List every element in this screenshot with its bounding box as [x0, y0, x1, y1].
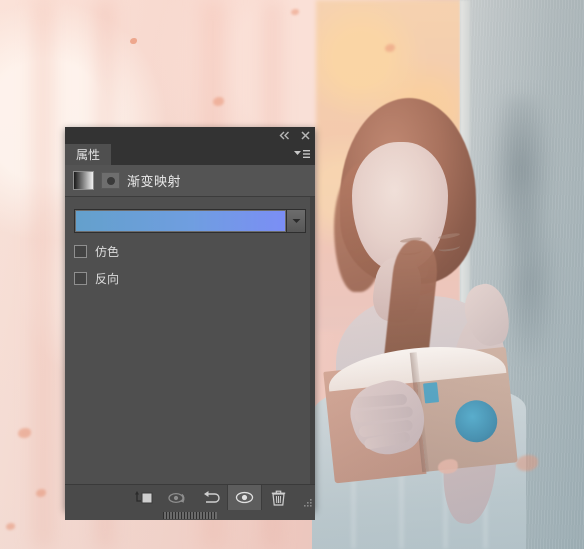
delete-button[interactable]: [262, 485, 295, 510]
tab-properties-label: 属性: [76, 148, 101, 162]
toggle-previous-state-button[interactable]: [161, 485, 194, 510]
panel-menu-icon[interactable]: [293, 147, 311, 162]
page-title: 渐变映射: [127, 174, 182, 189]
close-icon[interactable]: [299, 130, 311, 142]
clip-to-layer-button[interactable]: [128, 485, 161, 510]
dither-checkbox-row[interactable]: 仿色: [74, 243, 306, 260]
gradient-picker[interactable]: [74, 209, 306, 233]
panel-footer: [65, 483, 315, 520]
properties-panel[interactable]: 属性 渐变映射 仿色 反向: [65, 127, 315, 520]
panel-scrollbar[interactable]: [310, 197, 315, 484]
toggle-visibility-button[interactable]: [228, 485, 261, 510]
woman-figure: [312, 90, 526, 549]
reverse-checkbox[interactable]: [74, 272, 87, 285]
chevron-down-icon[interactable]: [286, 210, 305, 232]
drag-handle-icon[interactable]: [65, 510, 315, 520]
adjustment-header: 渐变映射: [65, 165, 315, 197]
dither-label: 仿色: [95, 245, 120, 259]
dither-checkbox[interactable]: [74, 245, 87, 258]
panel-titlebar[interactable]: [65, 127, 315, 144]
petal: [437, 458, 459, 475]
adjustment-dot-icon[interactable]: [101, 172, 120, 189]
gradient-thumbnail-icon[interactable]: [73, 171, 94, 190]
reset-button[interactable]: [194, 485, 227, 510]
collapse-double-arrow-icon[interactable]: [278, 130, 290, 142]
gradient-preview-bar[interactable]: [75, 210, 286, 232]
tab-properties[interactable]: 属性: [65, 144, 112, 165]
blurred-tree-trunk: [30, 0, 56, 549]
reverse-checkbox-row[interactable]: 反向: [74, 270, 306, 287]
resize-grip-icon[interactable]: [295, 483, 315, 512]
panel-body: 仿色 反向: [65, 197, 315, 484]
panel-tabbar[interactable]: 属性: [65, 144, 315, 165]
book-bookmark: [423, 382, 440, 404]
reverse-label: 反向: [95, 272, 120, 286]
